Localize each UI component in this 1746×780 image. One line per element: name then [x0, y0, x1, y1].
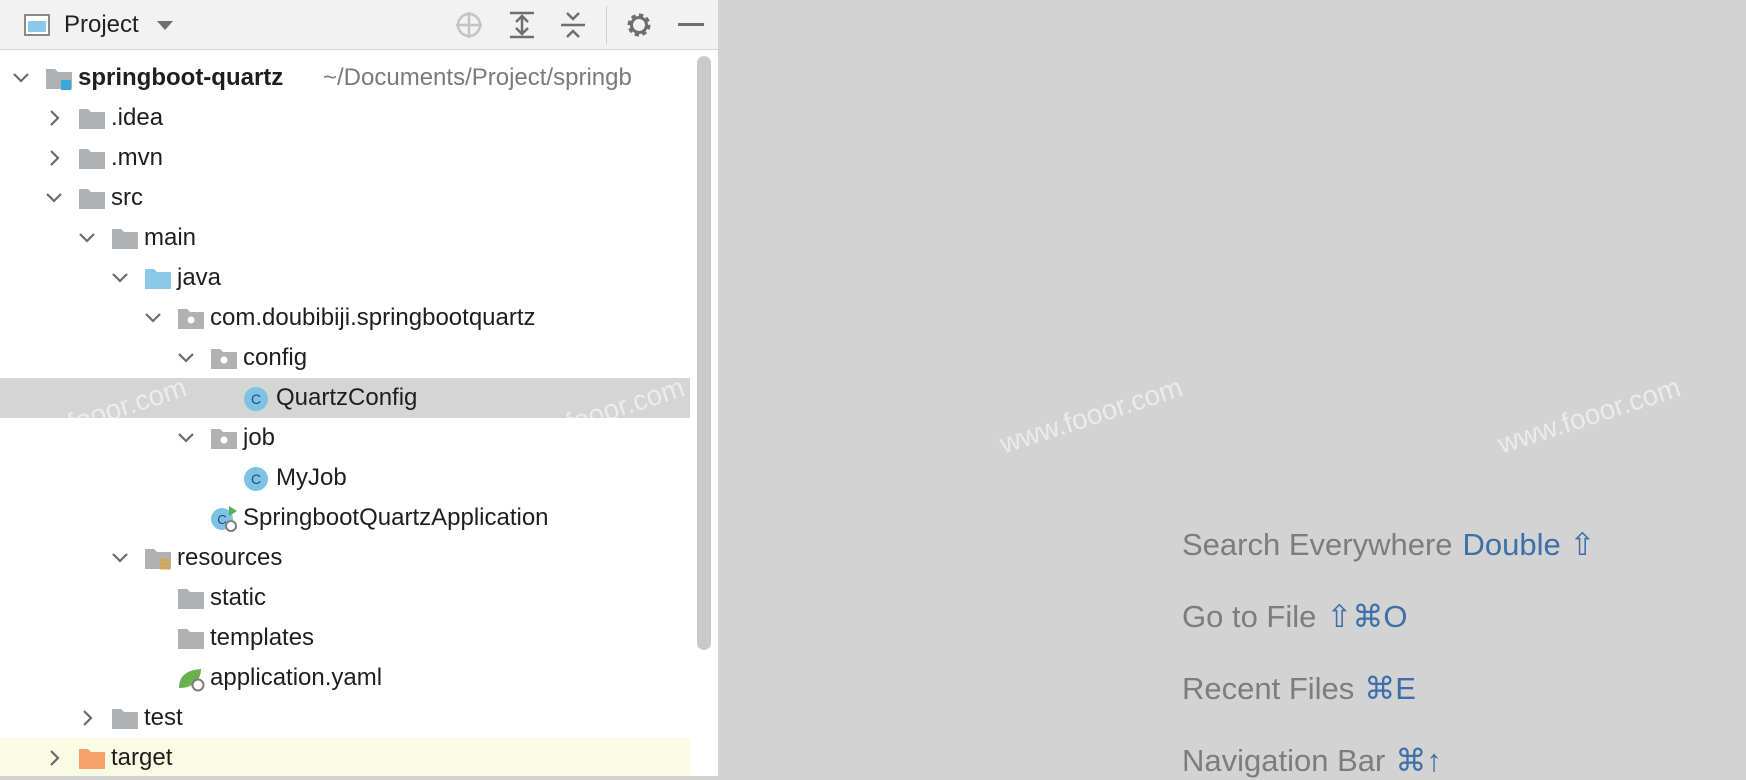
- chevron-down-icon[interactable]: [175, 347, 197, 369]
- tree-item-label: application.yaml: [210, 664, 383, 691]
- project-tree[interactable]: springboot-quartz ~/Documents/Project/spr…: [0, 50, 690, 776]
- hint-shortcut: ⇧⌘O: [1326, 599, 1408, 634]
- expand-all-icon[interactable]: [505, 8, 539, 42]
- gear-icon[interactable]: [622, 8, 656, 42]
- panel-title[interactable]: Project: [64, 9, 139, 41]
- package-icon: [177, 306, 205, 330]
- hint-shortcut: ⌘E: [1364, 671, 1416, 706]
- chevron-right-icon[interactable]: [43, 747, 65, 769]
- chevron-right-icon[interactable]: [76, 707, 98, 729]
- tree-item-label: springboot-quartz: [78, 64, 284, 91]
- hint-text: Go to File: [1182, 599, 1317, 634]
- svg-text:C: C: [251, 471, 261, 487]
- tree-item[interactable]: java: [0, 258, 690, 298]
- tree-item-label: templates: [210, 624, 315, 651]
- collapse-all-icon[interactable]: [556, 8, 590, 42]
- tree-item[interactable]: config: [0, 338, 690, 378]
- tree-item[interactable]: src: [0, 178, 690, 218]
- shortcut-hint: Navigation Bar ⌘↑: [1182, 742, 1442, 780]
- shortcut-hint: Go to File ⇧⌘O: [1182, 598, 1407, 636]
- tree-item[interactable]: springboot-quartz ~/Documents/Project/spr…: [0, 58, 690, 98]
- hint-shortcut: Double ⇧: [1462, 527, 1596, 562]
- chevron-down-icon[interactable]: [43, 187, 65, 209]
- tree-item[interactable]: .idea: [0, 98, 690, 138]
- project-panel: Project springboot-quartz ~/Documents/Pro…: [0, 0, 718, 776]
- package-icon: [210, 426, 238, 450]
- tree-item-label: MyJob: [276, 464, 347, 491]
- project-view-icon[interactable]: [20, 8, 54, 42]
- tree-item-label: test: [144, 704, 183, 731]
- folder-icon: [78, 146, 106, 170]
- folder-icon: [111, 706, 139, 730]
- tree-item[interactable]: target: [0, 738, 690, 776]
- hint-text: Search Everywhere: [1182, 527, 1453, 562]
- tree-item[interactable]: templates: [0, 618, 690, 658]
- tree-item-label: resources: [177, 544, 283, 571]
- spring-boot-app-icon: C: [210, 506, 238, 532]
- class-icon: C: [243, 466, 271, 491]
- chevron-down-icon[interactable]: [109, 547, 131, 569]
- tree-item-label: config: [243, 344, 308, 371]
- project-path: ~/Documents/Project/springb: [323, 64, 632, 91]
- tree-item[interactable]: com.doubibiji.springbootquartz: [0, 298, 690, 338]
- chevron-right-icon[interactable]: [43, 107, 65, 129]
- shortcut-hint: Recent Files ⌘E: [1182, 670, 1416, 708]
- chevron-down-icon[interactable]: [142, 307, 164, 329]
- tree-item-label: static: [210, 584, 267, 611]
- folder-icon: [78, 106, 106, 130]
- tree-item[interactable]: resources: [0, 538, 690, 578]
- tree-item[interactable]: test: [0, 698, 690, 738]
- tree-item-label: SpringbootQuartzApplication: [243, 504, 549, 531]
- tree-item[interactable]: .mvn: [0, 138, 690, 178]
- hint-shortcut: ⌘↑: [1395, 743, 1442, 778]
- chevron-down-icon[interactable]: [175, 427, 197, 449]
- editor-empty-area: Search Everywhere Double ⇧ Go to File ⇧⌘O Re…: [718, 0, 1746, 778]
- svg-text:C: C: [251, 391, 261, 407]
- tree-item-label: com.doubibiji.springbootquartz: [210, 304, 536, 331]
- tree-item-label: QuartzConfig: [276, 384, 418, 411]
- tree-item-label: .mvn: [111, 144, 164, 171]
- package-icon: [210, 346, 238, 370]
- folder-icon: [177, 626, 205, 650]
- resources-folder-icon: [144, 546, 172, 570]
- locate-icon[interactable]: [452, 8, 486, 42]
- tree-item-label: job: [243, 424, 276, 451]
- chevron-right-icon[interactable]: [43, 147, 65, 169]
- tree-item[interactable]: main: [0, 218, 690, 258]
- chevron-down-icon[interactable]: [148, 8, 182, 42]
- hint-text: Recent Files: [1182, 671, 1355, 706]
- tree-item[interactable]: C QuartzConfig: [0, 378, 690, 418]
- tree-item[interactable]: static: [0, 578, 690, 618]
- scrollbar-thumb[interactable]: [697, 56, 711, 650]
- folder-icon: [78, 186, 106, 210]
- tree-item-label: java: [177, 264, 222, 291]
- chevron-down-icon[interactable]: [109, 267, 131, 289]
- tree-item[interactable]: C MyJob: [0, 458, 690, 498]
- source-folder-icon: [144, 266, 172, 290]
- chevron-down-icon[interactable]: [76, 227, 98, 249]
- chevron-down-icon[interactable]: [10, 67, 32, 89]
- minimize-icon[interactable]: [674, 8, 708, 42]
- excluded-folder-icon: [78, 746, 106, 770]
- tree-item-label: main: [144, 224, 197, 251]
- tree-item-label: src: [111, 184, 143, 211]
- module-icon: [45, 66, 73, 90]
- folder-icon: [177, 586, 205, 610]
- panel-header: Project: [0, 0, 718, 50]
- folder-icon: [111, 226, 139, 250]
- tree-item[interactable]: job: [0, 418, 690, 458]
- toolbar-separator: [606, 6, 607, 44]
- spring-config-icon: [177, 666, 205, 692]
- class-icon: C: [243, 386, 271, 411]
- tree-item[interactable]: application.yaml: [0, 658, 690, 698]
- hint-text: Navigation Bar: [1182, 743, 1386, 778]
- shortcut-hint: Search Everywhere Double ⇧: [1182, 526, 1595, 564]
- tree-item-label: target: [111, 744, 173, 771]
- tree-item[interactable]: C SpringbootQuartzApplication: [0, 498, 690, 538]
- tree-item-label: .idea: [111, 104, 164, 131]
